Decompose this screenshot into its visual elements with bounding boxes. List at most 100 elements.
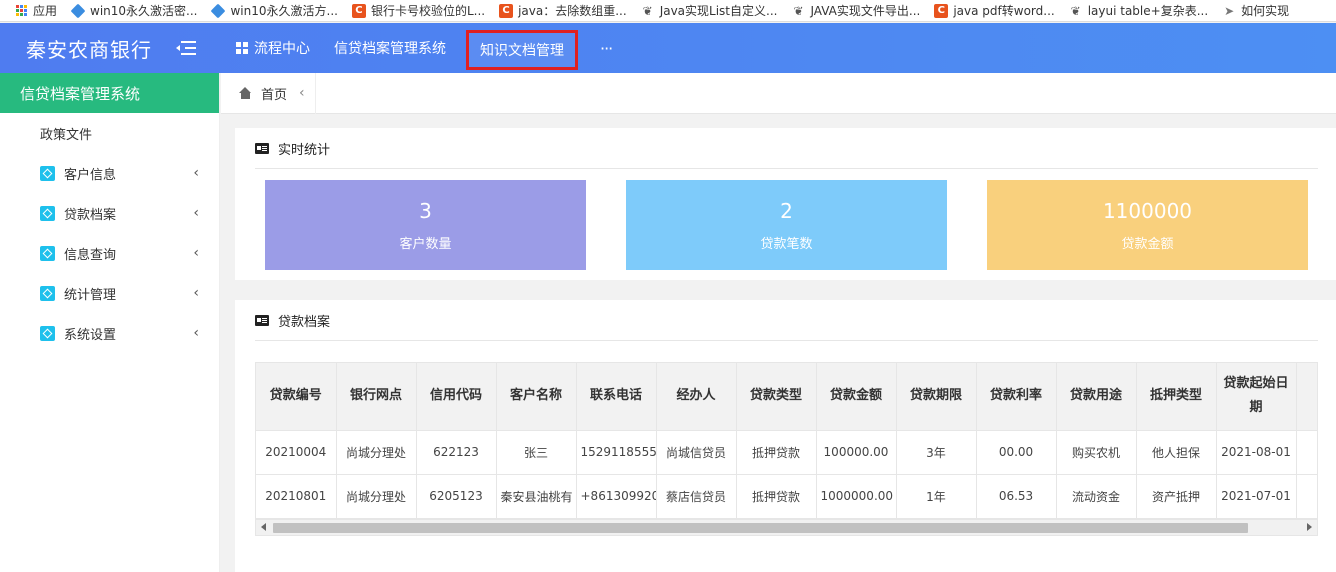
column-header: 贷款金额 bbox=[816, 363, 897, 431]
bookmark-label: java pdf转word... bbox=[953, 4, 1055, 18]
table-cell: 流动资金 bbox=[1056, 474, 1137, 519]
loan-table-container: 贷款编号 银行网点 信用代码 客户名称 联系电话 经办人 贷款类型 贷款金额 贷… bbox=[255, 362, 1318, 536]
scrollbar-thumb[interactable] bbox=[273, 523, 1248, 533]
stat-card-loan-count: 2 贷款笔数 bbox=[626, 180, 947, 270]
bookmark-label: java：去除数组重... bbox=[518, 4, 627, 18]
table-cell: 20 bbox=[1296, 430, 1317, 475]
bookmark-label: JAVA实现文件导出... bbox=[810, 4, 921, 18]
table-cell: 1529118555 bbox=[576, 430, 657, 475]
sidebar-item-statistics[interactable]: 统计管理 ‹ bbox=[0, 273, 219, 313]
table-cell: 尚城分理处 bbox=[336, 430, 417, 475]
stat-card-customers: 3 客户数量 bbox=[265, 180, 586, 270]
table-cell: 尚城信贷员 bbox=[656, 430, 737, 475]
horizontal-scrollbar[interactable] bbox=[256, 519, 1317, 535]
bookmarks-bar: 应用 win10永久激活密... win10永久激活方... C 银行卡号校验位… bbox=[0, 0, 1336, 22]
nav-label: 流程中心 bbox=[254, 41, 310, 57]
chevron-left-icon: ‹ bbox=[193, 205, 199, 221]
bookmark-label: 如何实现 bbox=[1241, 4, 1290, 18]
stat-value: 2 bbox=[780, 199, 793, 223]
csdn-icon: C bbox=[351, 3, 366, 18]
sidebar-item-loan-archive[interactable]: 贷款档案 ‹ bbox=[0, 193, 219, 233]
grid-icon bbox=[236, 42, 248, 54]
top-header: 秦安农商银行 流程中心 信贷档案管理系统 知识文档管理 ··· bbox=[0, 23, 1336, 73]
bookmark-item[interactable]: win10永久激活方... bbox=[211, 0, 338, 21]
stat-label: 贷款笔数 bbox=[760, 237, 813, 252]
id-card-icon bbox=[255, 142, 269, 154]
sidebar-item-label: 贷款档案 bbox=[64, 207, 117, 223]
top-nav: 流程中心 信贷档案管理系统 知识文档管理 ··· bbox=[224, 23, 626, 73]
bookmark-label: layui table+复杂表... bbox=[1087, 4, 1209, 18]
home-icon bbox=[239, 87, 252, 99]
table-cell: 抵押贷款 bbox=[736, 474, 817, 519]
bookmark-item[interactable]: C java：去除数组重... bbox=[499, 0, 627, 21]
bookmark-item[interactable]: C java pdf转word... bbox=[934, 0, 1055, 21]
leaf-icon: ❦ bbox=[1070, 3, 1081, 18]
bookmark-item[interactable]: ❦ layui table+复杂表... bbox=[1069, 0, 1209, 21]
more-icon[interactable]: ··· bbox=[586, 23, 626, 73]
sidebar-item-customer-info[interactable]: 客户信息 ‹ bbox=[0, 153, 219, 193]
nav-credit-archive-system[interactable]: 信贷档案管理系统 bbox=[322, 23, 458, 73]
table-cell: 00.00 bbox=[976, 430, 1057, 475]
nav-label: ··· bbox=[600, 38, 613, 58]
bookmark-item[interactable]: C 银行卡号校验位的L... bbox=[351, 0, 486, 21]
bookmark-item[interactable]: ➤ 如何实现 bbox=[1222, 0, 1290, 21]
nav-label: 知识文档管理 bbox=[480, 43, 564, 59]
sidebar-item-label: 系统设置 bbox=[64, 327, 117, 343]
scroll-left-arrow-icon[interactable] bbox=[261, 523, 266, 531]
stats-panel: 实时统计 3 客户数量 2 贷款笔数 1100000 贷款金额 bbox=[235, 128, 1336, 280]
sidebar-item-policy-docs[interactable]: 政策文件 bbox=[0, 113, 219, 153]
column-header: 贷款起始日期 bbox=[1216, 363, 1297, 431]
column-header: 抵押类型 bbox=[1136, 363, 1217, 431]
table-cell: 尚城分理处 bbox=[336, 474, 417, 519]
panel-title: 贷款档案 bbox=[278, 314, 331, 330]
chevron-left-icon: ‹ bbox=[193, 285, 199, 301]
column-header: 贷款用途 bbox=[1056, 363, 1137, 431]
bookmark-apps[interactable]: 应用 bbox=[14, 0, 57, 21]
table-cell: 2021-07-01 bbox=[1216, 474, 1297, 519]
stat-card-loan-amount: 1100000 贷款金额 bbox=[987, 180, 1308, 270]
table-cell: 622123 bbox=[416, 430, 497, 475]
loan-table: 贷款编号 银行网点 信用代码 客户名称 联系电话 经办人 贷款类型 贷款金额 贷… bbox=[256, 363, 1317, 519]
leaf-icon: ❦ bbox=[793, 3, 804, 18]
csdn-icon: C bbox=[499, 3, 514, 18]
menu-toggle-icon[interactable] bbox=[176, 40, 196, 56]
sidebar-item-info-query[interactable]: 信息查询 ‹ bbox=[0, 233, 219, 273]
column-header: 贷款类型 bbox=[736, 363, 817, 431]
table-cell: 张三 bbox=[496, 430, 577, 475]
table-cell: 蔡店信贷员 bbox=[656, 474, 737, 519]
table-cell: 6205123 bbox=[416, 474, 497, 519]
bookmark-item[interactable]: ❦ Java实现List自定义... bbox=[641, 0, 778, 21]
column-header: 贷款利率 bbox=[976, 363, 1057, 431]
bookmark-label: win10永久激活方... bbox=[230, 4, 338, 18]
nav-process-center[interactable]: 流程中心 bbox=[224, 23, 322, 73]
bookmark-label: 银行卡号校验位的L... bbox=[370, 4, 486, 18]
tabs-bar: 首页 ‹ bbox=[221, 72, 1336, 114]
column-header: 贷款编号 bbox=[256, 363, 337, 431]
sidebar-item-label: 统计管理 bbox=[64, 287, 117, 303]
cube-icon bbox=[40, 285, 55, 301]
sidebar-item-label: 信息查询 bbox=[64, 247, 117, 263]
table-cell: 20 bbox=[1296, 474, 1317, 519]
table-cell: 3年 bbox=[896, 430, 977, 475]
table-cell: 20210004 bbox=[256, 430, 337, 475]
stat-value: 1100000 bbox=[1102, 199, 1193, 223]
sidebar-item-system-settings[interactable]: 系统设置 ‹ bbox=[0, 313, 219, 353]
nav-knowledge-docs[interactable]: 知识文档管理 bbox=[466, 30, 578, 70]
scroll-right-arrow-icon[interactable] bbox=[1307, 523, 1312, 531]
windows-icon bbox=[211, 3, 226, 18]
apps-grid-icon bbox=[14, 4, 28, 18]
bookmark-item[interactable]: win10永久激活密... bbox=[70, 0, 198, 21]
tab-home[interactable]: 首页 ‹ bbox=[221, 72, 316, 114]
bookmark-item[interactable]: ❦ JAVA实现文件导出... bbox=[791, 0, 921, 21]
panel-header: 实时统计 bbox=[255, 128, 1318, 169]
bookmark-label: win10永久激活密... bbox=[90, 4, 198, 18]
sidebar-item-label: 客户信息 bbox=[64, 167, 117, 183]
table-cell: 100000.00 bbox=[816, 430, 897, 475]
table-row[interactable]: 20210004 尚城分理处 622123 张三 1529118555 尚城信贷… bbox=[256, 430, 1317, 475]
chevron-left-icon[interactable]: ‹ bbox=[299, 85, 305, 101]
nav-label: 信贷档案管理系统 bbox=[334, 41, 446, 57]
table-row[interactable]: 20210801 尚城分理处 6205123 秦安县油桃有 +861309920… bbox=[256, 474, 1317, 519]
table-cell: 2021-08-01 bbox=[1216, 430, 1297, 475]
cube-icon bbox=[40, 325, 55, 341]
table-cell: 秦安县油桃有 bbox=[496, 474, 577, 519]
